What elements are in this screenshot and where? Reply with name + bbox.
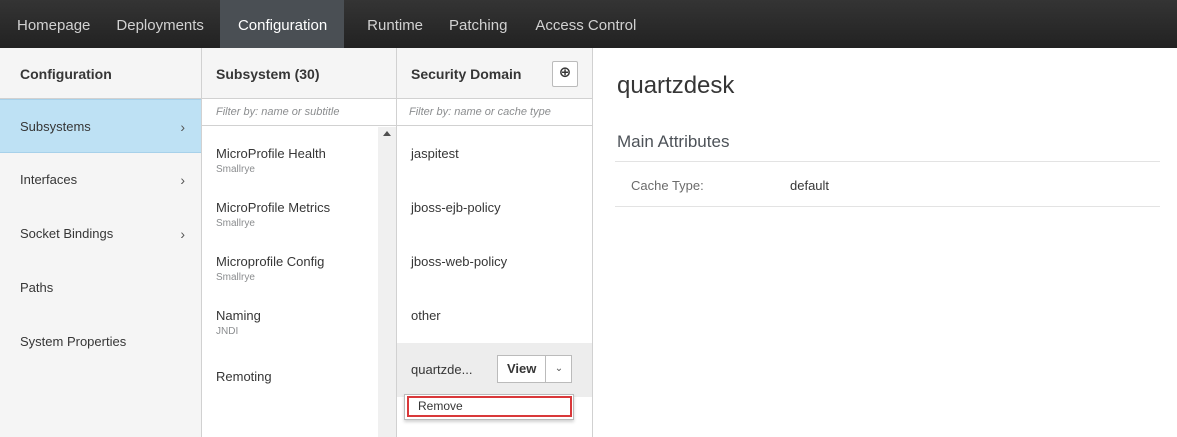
configuration-column: Configuration Subsystems › Interfaces › … [0,48,202,437]
view-button-group: View ⌄ [497,355,573,383]
config-item-label: Socket Bindings [20,226,114,241]
list-item-title: Naming [216,308,261,323]
chevron-down-icon: ⌄ [554,363,564,374]
list-item[interactable]: other [397,289,592,343]
security-domain-column-title: Security Domain [411,66,522,82]
list-item-label: quartzde... [411,362,473,377]
chevron-right-icon: › [180,172,185,188]
remove-menu-item[interactable]: Remove [407,396,572,417]
actions-dropdown-menu: Remove [404,394,574,420]
subsystem-list: MicroProfile Health Smallrye MicroProfil… [202,127,378,437]
configuration-column-title: Configuration [0,48,201,99]
list-item-title: Microprofile Config [216,254,325,269]
subsystem-scrollbar[interactable] [378,127,396,437]
divider [615,206,1160,207]
section-title: Main Attributes [617,132,730,151]
nav-runtime[interactable]: Runtime [344,0,439,48]
config-item-system-properties[interactable]: System Properties [0,315,201,369]
detail-panel: quartzdesk Main Attributes Cache Type: d… [593,48,1177,437]
add-security-domain-button[interactable]: ⊕ [552,61,578,87]
config-item-paths[interactable]: Paths [0,261,201,315]
list-item[interactable]: MicroProfile Metrics Smallrye [202,181,378,235]
config-item-interfaces[interactable]: Interfaces › [0,153,201,207]
view-button[interactable]: View [497,355,547,383]
list-item-subtitle: Smallrye [216,218,255,229]
add-circle-icon: ⊕ [558,64,572,81]
config-item-label: Paths [20,280,54,295]
security-domain-column-header: Security Domain ⊕ [397,48,592,99]
security-domain-filter-input[interactable]: Filter by: name or cache type [397,99,592,126]
list-item-subtitle: JNDI [216,326,239,337]
attribute-value: default [790,178,830,193]
list-item-subtitle: Smallrye [216,272,255,283]
subsystem-column-title: Subsystem (30) [202,48,396,99]
list-item-title: MicroProfile Metrics [216,200,331,215]
list-item-selected[interactable]: quartzde... View ⌄ [397,343,592,397]
nav-deployments[interactable]: Deployments [106,0,220,48]
security-domain-column: Security Domain ⊕ Filter by: name or cac… [397,48,593,437]
top-nav: Homepage Deployments Configuration Runti… [0,0,1177,48]
subsystem-filter-input[interactable]: Filter by: name or subtitle [202,99,396,126]
scroll-up-arrow-icon[interactable] [383,131,391,136]
list-item[interactable]: jaspitest [397,127,592,181]
list-item[interactable]: Remoting [202,343,378,397]
list-item[interactable]: Microprofile Config Smallrye [202,235,378,289]
attribute-label: Cache Type: [631,178,704,193]
list-item-title: MicroProfile Health [216,146,326,161]
list-item[interactable]: Naming JNDI [202,289,378,343]
chevron-right-icon: › [180,226,185,242]
nav-homepage[interactable]: Homepage [0,0,106,48]
nav-access-control[interactable]: Access Control [523,0,652,48]
security-domain-list: jaspitest jboss-ejb-policy jboss-web-pol… [397,127,592,437]
list-item[interactable]: MicroProfile Health Smallrye [202,127,378,181]
config-item-label: Interfaces [20,172,78,187]
config-item-subsystems[interactable]: Subsystems › [0,99,201,153]
list-item-subtitle: Smallrye [216,164,255,175]
page-title: quartzdesk [617,72,735,99]
list-item[interactable]: jboss-ejb-policy [397,181,592,235]
list-item[interactable]: jboss-web-policy [397,235,592,289]
config-item-label: Subsystems [20,119,91,134]
subsystem-column: Subsystem (30) Filter by: name or subtit… [202,48,397,437]
dropdown-toggle-button[interactable]: ⌄ [546,355,573,383]
chevron-right-icon: › [180,119,185,135]
nav-configuration[interactable]: Configuration [219,0,345,48]
divider [615,161,1160,162]
config-item-socket-bindings[interactable]: Socket Bindings › [0,207,201,261]
nav-patching[interactable]: Patching [439,0,523,48]
config-item-label: System Properties [20,334,127,349]
list-item-title: Remoting [216,369,272,384]
